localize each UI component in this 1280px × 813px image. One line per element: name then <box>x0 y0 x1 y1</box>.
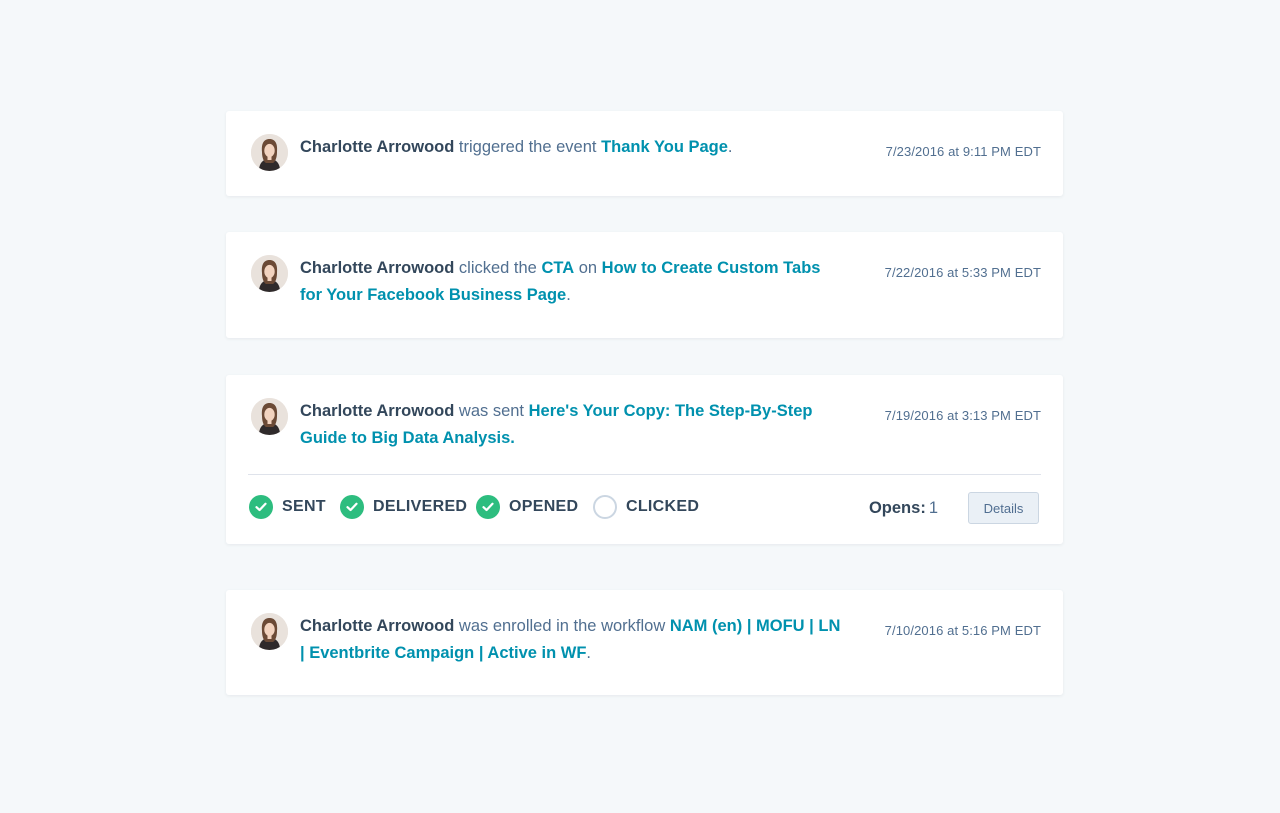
avatar[interactable] <box>251 398 288 435</box>
status-clicked: CLICKED <box>593 495 699 519</box>
avatar[interactable] <box>251 613 288 650</box>
sentence-end: . <box>586 644 592 662</box>
status-label: OPENED <box>509 498 579 515</box>
activity-card-cta: Charlotte Arrowood clicked the CTA on Ho… <box>226 232 1063 338</box>
activity-timestamp: 7/19/2016 at 3:13 PM EDT <box>884 408 1041 423</box>
activity-text: Charlotte Arrowood was enrolled in the w… <box>300 613 845 667</box>
contact-name-link[interactable]: Charlotte Arrowood <box>300 259 454 277</box>
sentence-end: . <box>727 138 733 156</box>
activity-card-workflow: Charlotte Arrowood was enrolled in the w… <box>226 590 1063 695</box>
person-avatar-icon <box>251 255 288 292</box>
sentence-end: . <box>566 286 571 304</box>
activity-preposition: on <box>574 259 602 277</box>
activity-timestamp: 7/23/2016 at 9:11 PM EDT <box>885 144 1041 159</box>
empty-circle-icon <box>593 495 617 519</box>
check-circle-icon <box>476 495 500 519</box>
person-avatar-icon <box>251 134 288 171</box>
cta-link[interactable]: CTA <box>541 259 574 277</box>
opens-label: Opens: <box>868 499 926 517</box>
status-label: CLICKED <box>626 498 700 515</box>
check-circle-icon <box>340 495 364 519</box>
opens-count: Opens: 1 <box>869 499 938 518</box>
activity-feed: Charlotte Arrowood triggered the event T… <box>0 0 1280 813</box>
contact-name-link[interactable]: Charlotte Arrowood <box>300 617 454 635</box>
status-delivered: DELIVERED <box>340 495 467 519</box>
contact-name-link[interactable]: Charlotte Arrowood <box>300 402 454 420</box>
status-label: SENT <box>282 498 326 515</box>
status-sent: SENT <box>249 495 326 519</box>
activity-text: Charlotte Arrowood clicked the CTA on Ho… <box>300 255 845 309</box>
activity-timestamp: 7/10/2016 at 5:16 PM EDT <box>884 623 1041 638</box>
status-label: DELIVERED <box>373 498 468 515</box>
check-circle-icon <box>249 495 273 519</box>
activity-verb: clicked the <box>454 259 542 277</box>
activity-text: Charlotte Arrowood triggered the event T… <box>300 134 845 161</box>
event-link[interactable]: Thank You Page <box>601 138 728 156</box>
person-avatar-icon <box>251 398 288 435</box>
activity-verb: was enrolled in the workflow <box>454 617 670 635</box>
activity-verb: was sent <box>454 402 529 420</box>
avatar[interactable] <box>251 134 288 171</box>
avatar[interactable] <box>251 255 288 292</box>
activity-card-email: Charlotte Arrowood was sent Here's Your … <box>226 375 1063 544</box>
person-avatar-icon <box>251 613 288 650</box>
email-status-bar: SENT DELIVERED OPENED CLICKED Opens: 1 D… <box>226 475 1063 541</box>
opens-value: 1 <box>928 499 938 517</box>
activity-timestamp: 7/22/2016 at 5:33 PM EDT <box>884 265 1041 280</box>
activity-verb: triggered the event <box>454 138 602 156</box>
details-button[interactable]: Details <box>968 492 1039 524</box>
contact-name-link[interactable]: Charlotte Arrowood <box>300 138 454 156</box>
status-opened: OPENED <box>476 495 578 519</box>
activity-text: Charlotte Arrowood was sent Here's Your … <box>300 398 845 452</box>
activity-card-event: Charlotte Arrowood triggered the event T… <box>226 111 1063 196</box>
